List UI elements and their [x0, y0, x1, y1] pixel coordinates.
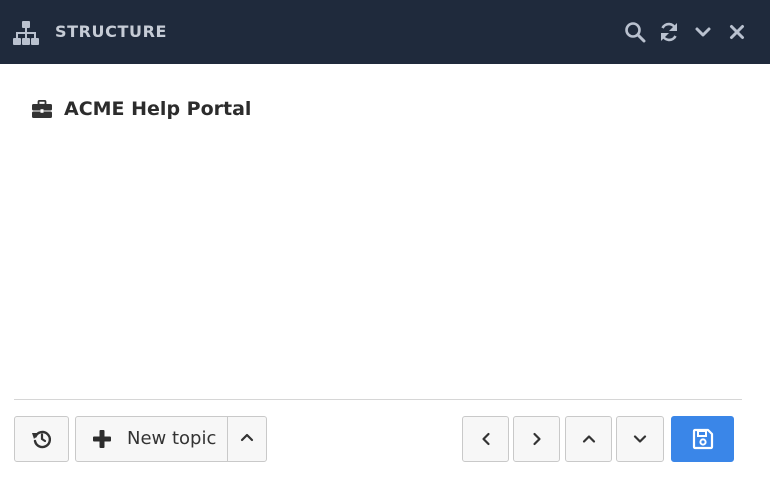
- save-button[interactable]: [671, 416, 734, 462]
- refresh-icon[interactable]: [656, 19, 682, 45]
- plus-icon: [92, 429, 112, 449]
- close-icon[interactable]: [724, 19, 750, 45]
- save-icon: [692, 428, 714, 450]
- move-down-button[interactable]: [616, 416, 664, 462]
- panel-header: STRUCTURE: [0, 0, 770, 64]
- move-up-button[interactable]: [565, 416, 612, 462]
- structure-panel: STRUCTURE ACME Help Portal New topic: [0, 0, 770, 480]
- new-topic-split-button: New topic: [75, 416, 267, 462]
- new-topic-options-button[interactable]: [228, 417, 266, 461]
- sitemap-icon: [13, 20, 39, 46]
- briefcase-icon: [32, 99, 52, 119]
- chevron-down-icon: [632, 431, 648, 447]
- chevron-up-icon: [239, 429, 255, 449]
- next-button[interactable]: [513, 416, 560, 462]
- tree-item-label: ACME Help Portal: [64, 98, 252, 120]
- footer-divider: [14, 399, 742, 400]
- tree-item-root[interactable]: ACME Help Portal: [32, 95, 251, 123]
- chevron-left-icon: [478, 431, 494, 447]
- chevron-right-icon: [529, 431, 545, 447]
- panel-title: STRUCTURE: [55, 22, 168, 41]
- search-icon[interactable]: [622, 19, 648, 45]
- previous-button[interactable]: [462, 416, 509, 462]
- chevron-up-icon: [581, 431, 597, 447]
- new-topic-label: New topic: [127, 428, 217, 449]
- new-topic-button[interactable]: New topic: [76, 417, 228, 461]
- history-icon: [31, 428, 53, 450]
- chevron-down-icon[interactable]: [690, 19, 716, 45]
- history-button[interactable]: [14, 416, 69, 462]
